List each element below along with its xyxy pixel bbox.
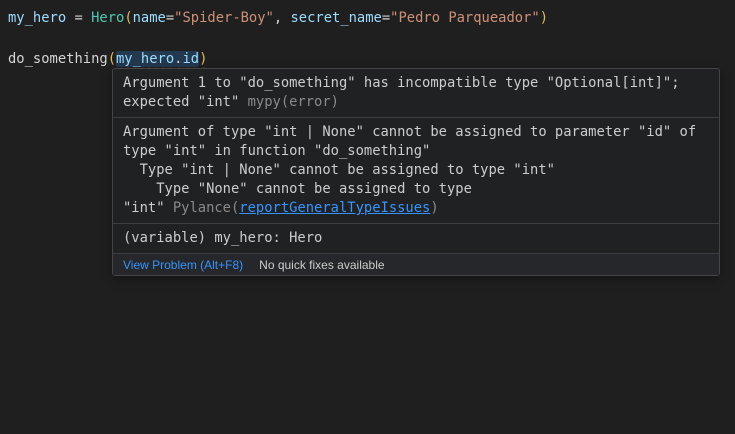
diagnostic-link[interactable]: reportGeneralTypeIssues [239, 200, 430, 216]
hover-status-bar: View Problem (Alt+F8) No quick fixes ava… [113, 254, 719, 275]
hover-line: (variable) my_hero: Hero [123, 229, 709, 248]
code-token: my_hero [8, 10, 66, 26]
hover-text: Pylance( [173, 200, 239, 216]
view-problem-link[interactable]: View Problem (Alt+F8) [123, 258, 243, 272]
code-token: ( [124, 10, 132, 26]
code-token: name [133, 10, 166, 26]
hover-section-pylance-diagnostic: Argument of type "int | None" cannot be … [113, 118, 719, 224]
hover-tooltip: Argument 1 to "do_something" has incompa… [112, 68, 720, 276]
code-token: ) [540, 10, 548, 26]
hover-text: Argument 1 to "do_something" has incompa… [123, 75, 680, 91]
hover-text: mypy(error) [248, 94, 339, 110]
hover-text: (variable) my_hero: Hero [123, 230, 322, 246]
code-token: = [382, 10, 390, 26]
hover-line: "int" Pylance(reportGeneralTypeIssues) [123, 199, 709, 218]
hover-text: expected "int" [123, 94, 248, 110]
code-token: ) [199, 51, 207, 67]
hover-line: Type "None" cannot be assigned to type [123, 180, 709, 199]
code-line: my_hero = Hero(name="Spider-Boy", secret… [8, 8, 735, 29]
code-token: , [274, 10, 291, 26]
hover-line: expected "int" mypy(error) [123, 93, 709, 112]
editor-root: my_hero = Hero(name="Spider-Boy", secret… [0, 0, 735, 434]
code-line: do_something(my_hero.id) [8, 49, 735, 70]
code-token: = [66, 10, 91, 26]
hover-line: Argument of type "int | None" cannot be … [123, 123, 709, 142]
code-token: "Pedro Parqueador" [390, 10, 540, 26]
hover-line: Argument 1 to "do_something" has incompa… [123, 74, 709, 93]
hover-text: Argument of type "int | None" cannot be … [123, 124, 696, 140]
hover-text: type "int" in function "do_something" [123, 143, 430, 159]
hover-line: type "int" in function "do_something" [123, 142, 709, 161]
hover-line: Type "int | None" cannot be assigned to … [123, 161, 709, 180]
hovered-symbol[interactable]: my_hero.id [116, 51, 199, 67]
code-token: secret_name [290, 10, 381, 26]
code-token: my_hero [116, 51, 174, 67]
code-token: ( [108, 51, 116, 67]
code-token: "Spider-Boy" [174, 10, 274, 26]
hover-text: "int" [123, 200, 173, 216]
hover-text: ) [430, 200, 438, 216]
code-line [8, 29, 735, 50]
hover-section-mypy-diagnostic: Argument 1 to "do_something" has incompa… [113, 69, 719, 118]
code-token: do_something [8, 51, 108, 67]
hover-text: Type "int | None" cannot be assigned to … [123, 162, 555, 178]
no-quick-fixes-label: No quick fixes available [259, 258, 384, 272]
code-token: Hero [91, 10, 124, 26]
hover-section-variable-info: (variable) my_hero: Hero [113, 224, 719, 254]
code-area[interactable]: my_hero = Hero(name="Spider-Boy", secret… [8, 8, 735, 70]
hover-text: Type "None" cannot be assigned to type [123, 181, 472, 197]
hover-sections: Argument 1 to "do_something" has incompa… [113, 69, 719, 254]
code-token: id [182, 51, 199, 67]
code-token: = [166, 10, 174, 26]
